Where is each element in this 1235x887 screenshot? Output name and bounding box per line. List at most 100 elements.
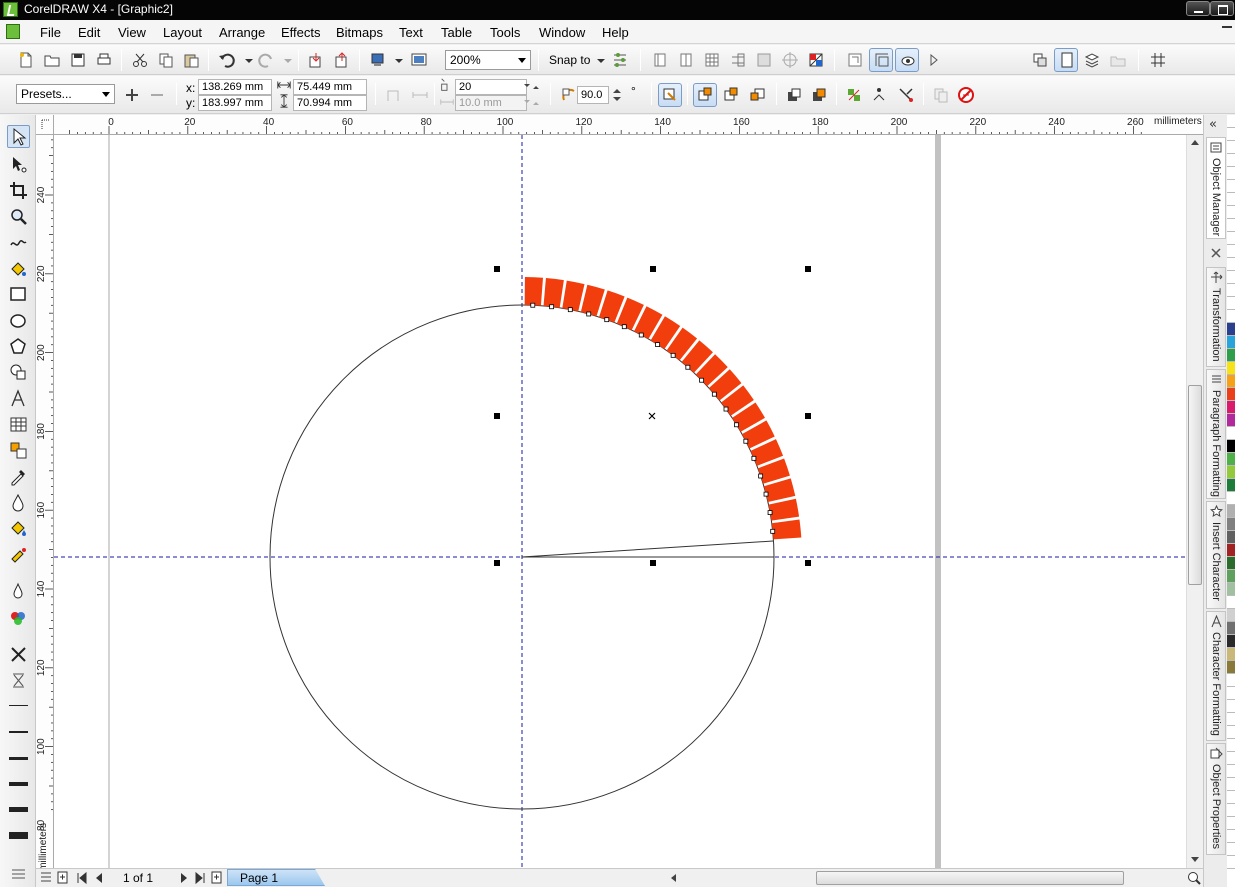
palette-swatch[interactable]: [1227, 375, 1235, 388]
menu-layout[interactable]: Layout: [163, 25, 202, 40]
toolbox-overflow-icon[interactable]: [9, 865, 28, 884]
path-node[interactable]: [549, 304, 555, 310]
palette-swatch[interactable]: [1227, 336, 1235, 349]
menu-edit[interactable]: Edit: [78, 25, 100, 40]
palette-swatch[interactable]: [1227, 453, 1235, 466]
palette-swatch[interactable]: [1227, 752, 1235, 765]
palette-swatch[interactable]: [1227, 492, 1235, 505]
blend-path-icon[interactable]: [748, 86, 766, 104]
align-center-icon[interactable]: [677, 51, 695, 69]
collapse-dockers-icon[interactable]: «: [1209, 117, 1217, 132]
palette-swatch[interactable]: [1227, 258, 1235, 271]
document-icon[interactable]: [6, 24, 20, 39]
menu-view[interactable]: View: [118, 25, 146, 40]
zoom-tool-icon[interactable]: [9, 207, 28, 226]
color-blend-icon[interactable]: [810, 86, 828, 104]
crop-tool-icon[interactable]: [9, 181, 28, 200]
blend-segment[interactable]: [543, 278, 564, 308]
blend-segment[interactable]: [524, 277, 543, 306]
undo-dropdown-icon[interactable]: [240, 51, 258, 69]
path-node[interactable]: [604, 317, 610, 323]
outline-width-5[interactable]: [9, 807, 28, 812]
palette-swatch[interactable]: [1227, 141, 1235, 154]
export-icon[interactable]: [333, 51, 351, 69]
eyedropper-tool-icon[interactable]: [9, 467, 28, 486]
palette-swatch[interactable]: [1227, 830, 1235, 843]
palette-swatch[interactable]: [1227, 544, 1235, 557]
undo-icon[interactable]: [218, 51, 236, 69]
accel-objects-icon[interactable]: [845, 86, 863, 104]
palette-swatch[interactable]: [1227, 427, 1235, 440]
width-input[interactable]: 75.449 mm: [293, 79, 367, 95]
last-page-icon[interactable]: [194, 871, 206, 885]
color-proof-icon[interactable]: [807, 51, 825, 69]
drawing-canvas[interactable]: [54, 135, 1186, 868]
toolbar-overflow-icon[interactable]: [925, 51, 943, 69]
selection-handle-bottom[interactable]: [650, 560, 656, 566]
palette-swatch[interactable]: [1227, 765, 1235, 778]
path-node[interactable]: [621, 324, 627, 330]
selection-handle-top-right[interactable]: [805, 266, 811, 272]
outline-width-1[interactable]: [9, 705, 28, 706]
frame-icon[interactable]: [755, 51, 773, 69]
snap-grid-icon[interactable]: [1149, 51, 1167, 69]
target-icon[interactable]: [781, 51, 799, 69]
palette-swatch[interactable]: [1227, 635, 1235, 648]
blend-reverse-icon[interactable]: [722, 86, 740, 104]
palette-swatch[interactable]: [1227, 479, 1235, 492]
docker-tab-transformation[interactable]: Transformation: [1206, 267, 1226, 367]
first-page-icon[interactable]: [76, 871, 88, 885]
add-page-before-icon[interactable]: [57, 871, 69, 885]
selection-center-marker[interactable]: [648, 412, 656, 420]
palette-swatch[interactable]: [1227, 284, 1235, 297]
grid-icon[interactable]: [703, 51, 721, 69]
palette-swatch[interactable]: [1227, 505, 1235, 518]
vertical-ruler[interactable]: 240 220 200 180 160 140 120 100 80 millimeters: [36, 135, 54, 868]
palette-swatch[interactable]: [1227, 440, 1235, 453]
menu-tools[interactable]: Tools: [490, 25, 520, 40]
palette-swatch[interactable]: [1227, 232, 1235, 245]
x-position-input[interactable]: 138.269 mm: [198, 79, 272, 95]
horizontal-scroll-thumb[interactable]: [816, 871, 1124, 885]
outline-width-3[interactable]: [9, 757, 28, 760]
palette-swatch[interactable]: [1227, 843, 1235, 856]
menu-text[interactable]: Text: [399, 25, 423, 40]
path-node[interactable]: [751, 455, 757, 461]
path-node[interactable]: [711, 391, 717, 397]
blend-segment[interactable]: [562, 280, 585, 312]
ruler-origin-corner[interactable]: [36, 115, 54, 135]
palette-swatch[interactable]: [1227, 167, 1235, 180]
menu-file[interactable]: File: [40, 25, 61, 40]
blend-segment-group[interactable]: [524, 277, 802, 540]
height-input[interactable]: 70.994 mm: [293, 95, 367, 111]
palette-swatch[interactable]: [1227, 362, 1235, 375]
ellipse-tool-icon[interactable]: [9, 311, 28, 330]
palette-swatch[interactable]: [1227, 154, 1235, 167]
horizontal-scrollbar[interactable]: [666, 870, 1226, 886]
menu-arrange[interactable]: Arrange: [219, 25, 265, 40]
hairline-outline-icon[interactable]: [9, 671, 28, 690]
pen-outline-icon[interactable]: [9, 582, 28, 601]
blend-segment[interactable]: [768, 498, 800, 521]
palette-swatch[interactable]: [1227, 570, 1235, 583]
drawing-surface[interactable]: [54, 135, 1186, 868]
paste-icon[interactable]: [182, 51, 200, 69]
snap-dropdown-icon[interactable]: [592, 51, 610, 69]
menu-bitmaps[interactable]: Bitmaps: [336, 25, 383, 40]
palette-swatch[interactable]: [1227, 323, 1235, 336]
polygon-tool-icon[interactable]: [9, 337, 28, 356]
show-rulers-icon[interactable]: [846, 51, 864, 69]
menu-effects[interactable]: Effects: [281, 25, 321, 40]
previous-page-icon[interactable]: [93, 871, 105, 885]
shape-tool-icon[interactable]: [9, 155, 28, 174]
menu-table[interactable]: Table: [441, 25, 472, 40]
page-tab-1[interactable]: Page 1: [227, 869, 325, 886]
guidelines-icon[interactable]: [729, 51, 747, 69]
outline-width-2[interactable]: [9, 731, 28, 733]
outline-tool-icon[interactable]: [9, 493, 28, 512]
table-tool-icon[interactable]: [9, 415, 28, 434]
redo-dropdown-icon[interactable]: [279, 51, 297, 69]
menu-window[interactable]: Window: [539, 25, 585, 40]
docker-tab-character-formatting[interactable]: Character Formatting: [1206, 611, 1226, 741]
color-palette[interactable]: [1227, 115, 1235, 887]
